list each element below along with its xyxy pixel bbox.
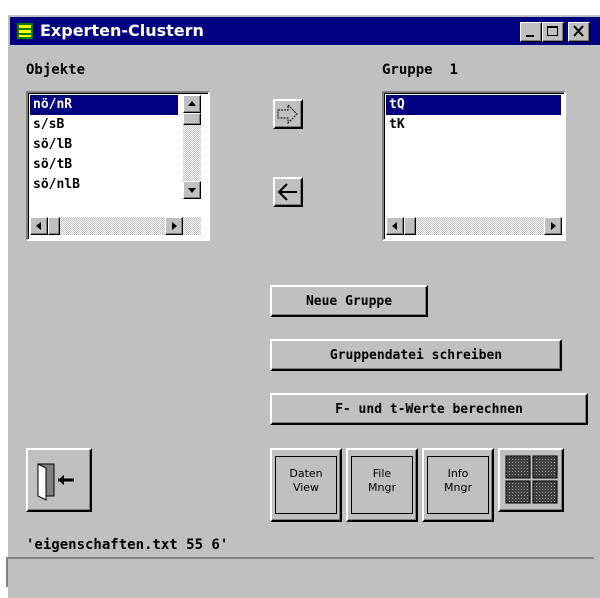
write-group-file-button[interactable]: Gruppendatei schreiben bbox=[270, 339, 562, 371]
scroll-thumb[interactable] bbox=[183, 113, 201, 125]
objects-label: Objekte bbox=[26, 62, 86, 78]
arrow-left-icon bbox=[392, 222, 397, 230]
compute-values-button[interactable]: F- und t-Werte berechnen bbox=[270, 393, 588, 425]
list-item[interactable]: sö/lB bbox=[30, 135, 178, 155]
group-listbox[interactable]: tQ tK bbox=[382, 91, 566, 241]
group-label: Gruppe 1 bbox=[382, 62, 458, 78]
maximize-icon bbox=[547, 26, 558, 36]
list-item[interactable]: sö/nlB bbox=[30, 175, 178, 195]
scroll-right-button[interactable] bbox=[544, 217, 562, 235]
data-view-icon: Daten View bbox=[275, 456, 337, 514]
exit-button[interactable] bbox=[26, 448, 92, 512]
scroll-down-button[interactable] bbox=[183, 181, 201, 199]
group-label-text: Gruppe bbox=[382, 62, 433, 78]
list-item[interactable]: tQ bbox=[386, 95, 561, 115]
file-manager-icon: File Mngr bbox=[351, 456, 413, 514]
scroll-left-button[interactable] bbox=[386, 217, 404, 235]
arrow-right-icon bbox=[277, 103, 298, 125]
data-view-line-2: View bbox=[292, 481, 320, 494]
list-item[interactable]: s/sB bbox=[30, 115, 178, 135]
grid-view-button[interactable] bbox=[498, 448, 564, 512]
status-text: 'eigenschaften.txt 55 6' bbox=[26, 537, 229, 553]
status-bar bbox=[6, 557, 594, 587]
scroll-right-button[interactable] bbox=[165, 217, 183, 235]
data-view-line-1: Daten bbox=[289, 467, 323, 480]
arrow-left-icon bbox=[277, 183, 297, 201]
h-scroll-thumb[interactable] bbox=[48, 217, 60, 235]
file-manager-line-2: Mngr bbox=[368, 481, 396, 494]
info-manager-line-1: Info bbox=[447, 467, 469, 480]
info-manager-line-2: Mngr bbox=[444, 481, 472, 494]
scroll-left-button[interactable] bbox=[30, 217, 48, 235]
file-manager-button[interactable]: File Mngr bbox=[346, 448, 418, 522]
info-manager-icon: Info Mngr bbox=[427, 456, 489, 514]
list-item[interactable]: nö/nR bbox=[30, 95, 178, 115]
data-view-button[interactable]: Daten View bbox=[270, 448, 342, 522]
window-title: Experten-Clustern bbox=[40, 21, 204, 40]
exit-door-icon bbox=[37, 463, 74, 501]
objects-listbox[interactable]: nö/nR s/sB sö/lB sö/tB sö/nlB bbox=[26, 91, 210, 241]
app-icon bbox=[17, 23, 33, 39]
arrow-right-icon bbox=[551, 222, 556, 230]
scroll-up-button[interactable] bbox=[183, 95, 201, 113]
list-item[interactable]: tK bbox=[386, 115, 561, 135]
close-icon bbox=[573, 25, 584, 37]
maximize-button[interactable] bbox=[542, 22, 564, 42]
arrow-left-icon bbox=[36, 222, 41, 230]
new-group-button[interactable]: Neue Gruppe bbox=[270, 285, 428, 317]
title-bar[interactable]: Experten-Clustern bbox=[10, 17, 600, 45]
h-scroll-thumb[interactable] bbox=[404, 217, 416, 235]
minimize-button[interactable] bbox=[520, 22, 542, 42]
arrow-up-icon bbox=[188, 101, 196, 106]
file-manager-line-1: File bbox=[372, 467, 392, 480]
app-window: Experten-Clustern Objekte nö/nR s/sB sö/… bbox=[6, 13, 600, 598]
grid-icon bbox=[505, 455, 558, 504]
list-item[interactable]: sö/tB bbox=[30, 155, 178, 175]
arrow-right-icon bbox=[172, 222, 177, 230]
move-left-button[interactable] bbox=[273, 177, 303, 207]
arrow-down-icon bbox=[188, 188, 196, 193]
close-button[interactable] bbox=[568, 22, 590, 42]
minimize-icon bbox=[526, 35, 534, 37]
move-right-button[interactable] bbox=[273, 99, 303, 129]
group-number: 1 bbox=[449, 62, 458, 78]
info-manager-button[interactable]: Info Mngr bbox=[422, 448, 494, 522]
